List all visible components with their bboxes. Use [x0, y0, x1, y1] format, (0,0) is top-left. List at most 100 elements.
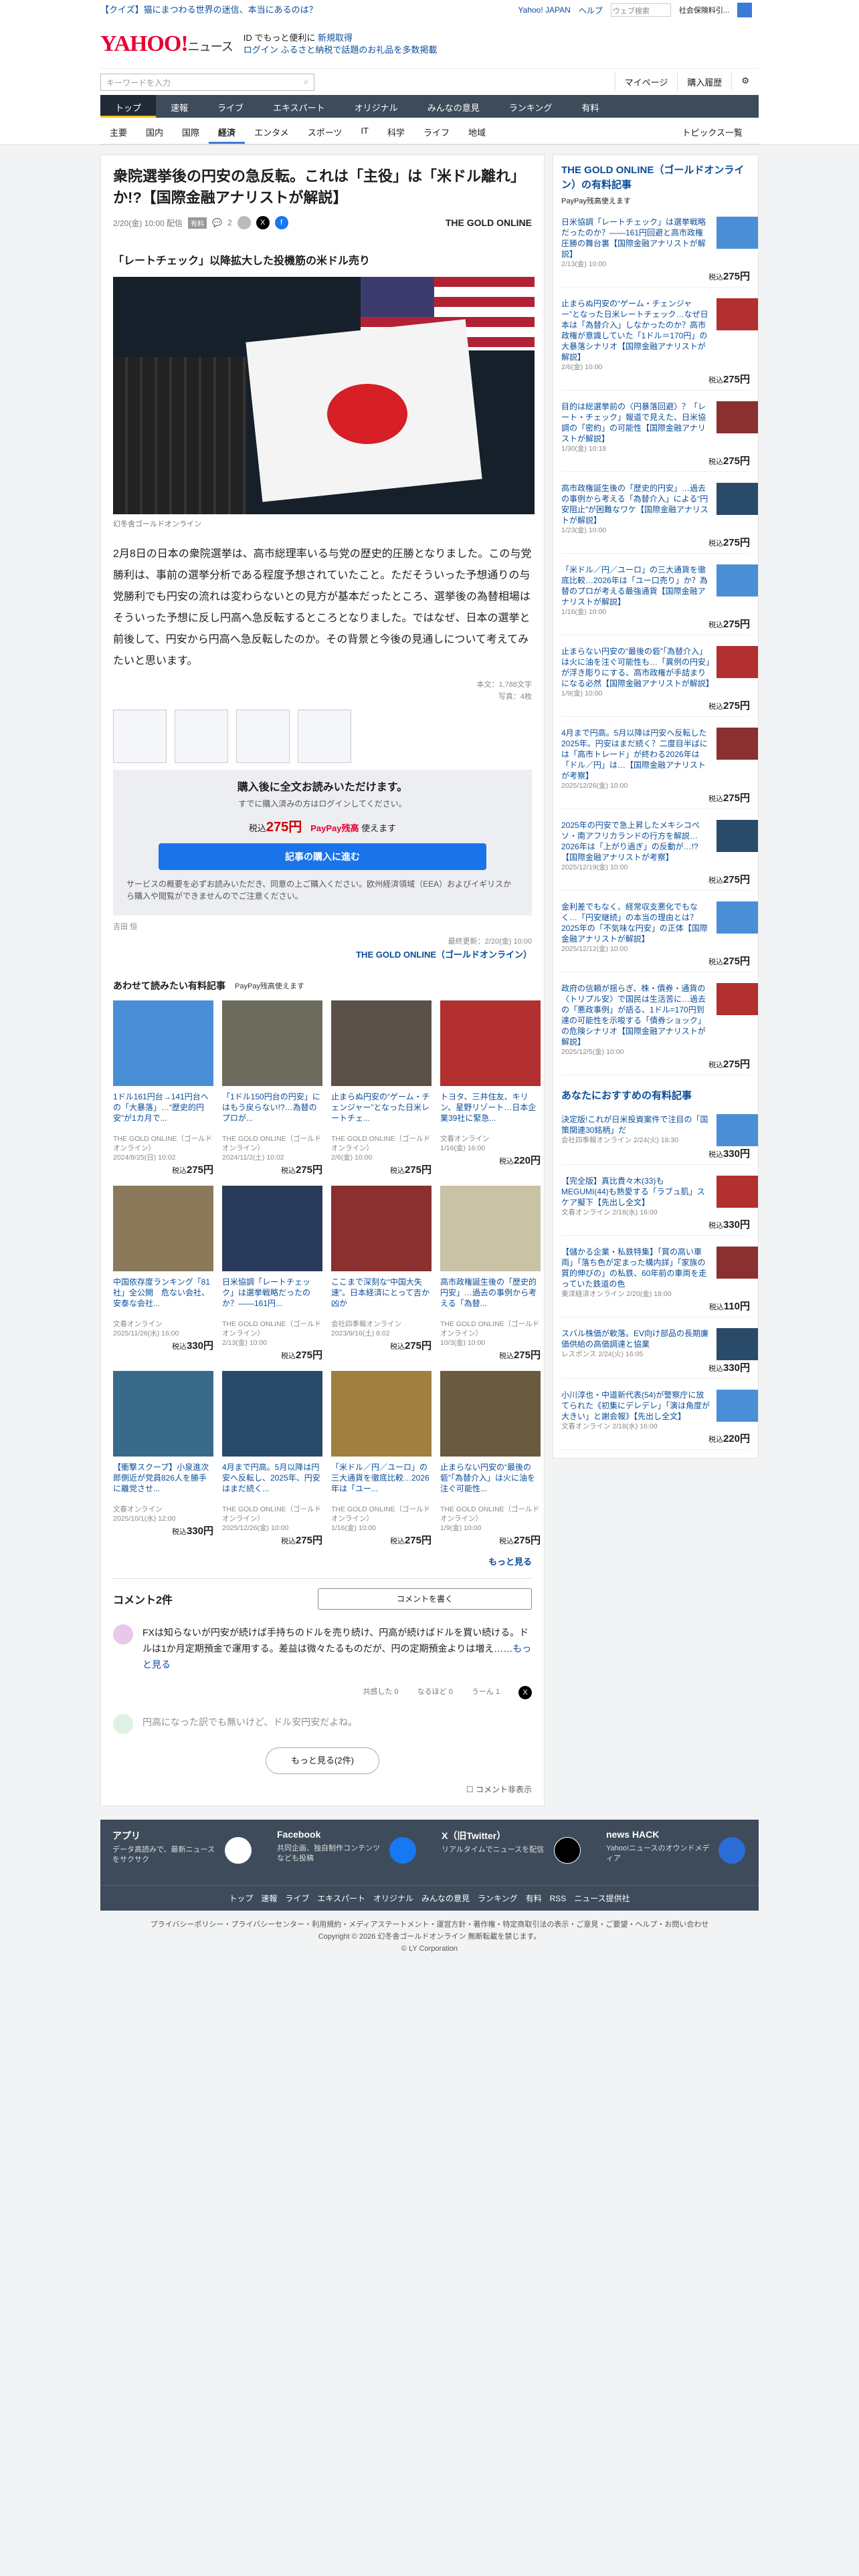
sidebar-article-title[interactable]: 政府の信頼が揺らぎ、株・債券・通貨の〈トリプル安〉で国民は生活苦に…過去の「悪政… [561, 983, 710, 1047]
sidebar-article-title[interactable]: 止まらない円安の“最後の砦”「為替介入」は火に油を注ぐ可能性も…「異例の円安」が… [561, 646, 714, 689]
recommend-card[interactable]: 日米協調「レートチェック」は選挙戦略だったのか？——161円... THE GOL… [222, 1186, 322, 1362]
recommend-title[interactable]: 中国依存度ランキング「81社」全公開 危ない会社、安泰な会社... [113, 1277, 213, 1319]
recommend-card[interactable]: ここまで深刻な“中国大失速”。日本経済にとって吉か凶か 会社四季報オンライン 202… [331, 1186, 432, 1362]
recommend-card[interactable]: 「1ドル150円台の円安」にはもう戻らない!?…為替のプロが... THE GOL… [222, 1000, 322, 1176]
help-link[interactable]: ヘルプ [579, 5, 603, 16]
sidebar-thumbnail[interactable] [717, 564, 758, 597]
recommend-card[interactable]: 【衝撃スクープ】小泉進次郎側近が党員826人を勝手に離党させ... 文春オンライン… [113, 1371, 213, 1547]
search-icon[interactable] [737, 3, 752, 17]
reaction-icon[interactable] [237, 216, 251, 229]
sidebar-article[interactable]: 止まらない円安の“最後の砦”「為替介入」は火に油を注ぐ可能性も…「異例の円安」が… [561, 646, 758, 717]
recommend-title[interactable]: 止まらない円安の“最後の砦”「為替介入」は火に油を注ぐ可能性... [440, 1462, 541, 1505]
recommend-title[interactable]: トヨタ、三井住友、キリン、星野リゾート…日本企業39社に緊急... [440, 1091, 541, 1134]
chart-thumbnail[interactable] [236, 710, 290, 763]
sidebar-article-title[interactable]: 止まらぬ円安の“ゲーム・チェンジャー”となった日米レートチェック…なぜ日本は「為… [561, 298, 710, 362]
more-comments-button[interactable]: もっと見る(2件) [266, 1747, 379, 1774]
footer-app[interactable]: アプリ データ高読みで、最新ニュースをサクサク [100, 1829, 265, 1876]
search-icon[interactable]: ⌕ [304, 77, 308, 88]
snav-it[interactable]: IT [351, 118, 378, 144]
sidebar-article[interactable]: 【儲かる企業・私鉄特集】「質の高い車両」「落ち色が定まった構内詳」「家族の質的伸… [561, 1247, 758, 1317]
recommend-title[interactable]: 止まらぬ円安の“ゲーム・チェンジャー”となった日米レートチェ... [331, 1091, 432, 1134]
comment-count[interactable]: 2 [227, 218, 232, 227]
gnav-ranking[interactable]: ランキング [494, 95, 567, 118]
sidebar-article[interactable]: 2025年の円安で急上昇したメキシコペソ・南アフリカランドの行方を解説…2026… [561, 820, 758, 891]
snav-world[interactable]: 国際 [173, 118, 209, 144]
hmm-button[interactable]: うーん 1 [472, 1686, 500, 1699]
recommend-thumbnail[interactable] [113, 1186, 213, 1271]
footer-links[interactable]: トップ 速報 ライブ エキスパート オリジナル みんなの意見 ランキング 有料 … [100, 1885, 759, 1911]
policy-links[interactable]: プライバシーポリシー・プライバシーセンター・利用規約・メディアステートメント・運… [0, 1919, 859, 1931]
nod-button[interactable]: なるほど 0 [417, 1686, 453, 1699]
recommend-thumbnail[interactable] [331, 1371, 432, 1457]
keyword-search-input[interactable]: キーワードを入力 ⌕ [100, 73, 314, 91]
sidebar-thumbnail[interactable] [717, 983, 758, 1015]
gnav-live[interactable]: ライブ [203, 95, 258, 118]
sidebar-thumbnail[interactable] [717, 1247, 758, 1279]
recommend-card[interactable]: 中国依存度ランキング「81社」全公開 危ない会社、安泰な会社... 文春オンライン… [113, 1186, 213, 1362]
topics-list-link[interactable]: トピックス一覧 [672, 118, 752, 146]
recommend-title[interactable]: 4月まで円高。5月以降は円安へ反転し、2025年、円安はまだ続く... [222, 1462, 322, 1505]
recommend-card[interactable]: 止まらない円安の“最後の砦”「為替介入」は火に油を注ぐ可能性... THE GOL… [440, 1371, 541, 1547]
hide-comments-toggle[interactable]: ☐ コメント非表示 [113, 1784, 532, 1795]
buy-article-button[interactable]: 記事の購入に進む [159, 843, 486, 870]
sidebar-article-title[interactable]: 目的は総選挙前の〈円暴落回避〉？「レート・チェック」報道で見えた、日米協調の「密… [561, 401, 710, 444]
footer-newshack[interactable]: news HACK Yahoo!ニュースのオウンドメディア [594, 1829, 759, 1876]
sidebar-article[interactable]: 目的は総選挙前の〈円暴落回避〉？「レート・チェック」報道で見えた、日米協調の「密… [561, 401, 758, 472]
mini-search-input[interactable]: ウェブ検索 [610, 3, 671, 17]
recommend-thumbnail[interactable] [113, 1371, 213, 1457]
sidebar-thumbnail[interactable] [717, 1114, 758, 1146]
recommend-thumbnail[interactable] [222, 1186, 322, 1271]
login-link[interactable]: ログイン [244, 45, 278, 55]
sidebar-article[interactable]: 金利差でもなく、経常収支悪化でもなく…「円安継続」の本当の理由とは？2025年の… [561, 901, 758, 972]
recommend-thumbnail[interactable] [222, 1371, 322, 1457]
recommend-title[interactable]: 高市政権誕生後の「歴史的円安」…過去の事例から考える「為替... [440, 1277, 541, 1319]
sidebar-thumbnail[interactable] [717, 646, 758, 678]
publisher-link[interactable]: THE GOLD ONLINE（ゴールドオンライン） [113, 948, 532, 960]
mypage-link[interactable]: マイページ [614, 73, 678, 91]
yahoo-logo[interactable]: YAHOO!ニュース [100, 31, 233, 57]
comment-icon[interactable]: 💬 [212, 218, 222, 227]
sidebar-thumbnail[interactable] [717, 1176, 758, 1208]
recommend-thumbnail[interactable] [440, 1000, 541, 1086]
recommend-thumbnail[interactable] [331, 1186, 432, 1271]
sidebar-thumbnail[interactable] [717, 217, 758, 249]
chart-thumbnail[interactable] [113, 710, 167, 763]
recommend-card[interactable]: 4月まで円高。5月以降は円安へ反転し、2025年、円安はまだ続く... THE G… [222, 1371, 322, 1547]
recommend-title[interactable]: 日米協調「レートチェック」は選挙戦略だったのか？——161円... [222, 1277, 322, 1319]
x-share-icon[interactable]: X [256, 216, 270, 229]
recommend-thumbnail[interactable] [440, 1186, 541, 1271]
yahoo-japan-link[interactable]: Yahoo! JAPAN [518, 5, 571, 15]
gear-icon[interactable]: ⚙ [731, 73, 759, 91]
recommend-thumbnail[interactable] [440, 1371, 541, 1457]
sidebar-thumbnail[interactable] [717, 483, 758, 515]
snav-sports[interactable]: スポーツ [298, 118, 352, 144]
sidebar-thumbnail[interactable] [717, 820, 758, 852]
snav-life[interactable]: ライフ [414, 118, 459, 144]
chart-thumbnail[interactable] [298, 710, 351, 763]
sidebar-article-title[interactable]: 【完全版】真比貴々木(33)もMEGUMI(44)も熟愛する「ラブュ肌」スケア擬… [561, 1176, 710, 1208]
sidebar-thumbnail[interactable] [717, 1328, 758, 1360]
agree-button[interactable]: 共感した 0 [363, 1686, 398, 1699]
recommend-thumbnail[interactable] [113, 1000, 213, 1086]
gnav-flash[interactable]: 速報 [156, 95, 203, 118]
gnav-paid[interactable]: 有料 [567, 95, 613, 118]
recommend-title[interactable]: 1ドル161円台→141円台への「大暴落」…“歴史的円安”が1カ月で... [113, 1091, 213, 1134]
gnav-expert[interactable]: エキスパート [258, 95, 340, 118]
sidebar-article[interactable]: 4月まで円高。5月以降は円安へ反転した2025年。円安はまだ続く？二度目半ばには… [561, 728, 758, 809]
sidebar-article[interactable]: 決定版!これが日米投資案件で注目の「国策関連30銘柄」だ 会社四季報オンライン 2… [561, 1114, 758, 1165]
sidebar-thumbnail[interactable] [717, 1390, 758, 1422]
recommend-title[interactable]: 「1ドル150円台の円安」にはもう戻らない!?…為替のプロが... [222, 1091, 322, 1134]
snav-entertainment[interactable]: エンタメ [245, 118, 298, 144]
publisher-logo[interactable]: THE GOLD ONLINE [446, 217, 532, 228]
sidebar-thumbnail[interactable] [717, 901, 758, 934]
mini-search-suggest[interactable]: 社会保険料引... [679, 5, 729, 15]
sidebar-article[interactable]: 小川淳也・中道新代表(54)が警察庁に放てられた《初集にデレデレ」「演は角度が大… [561, 1390, 758, 1450]
sidebar-article[interactable]: 止まらぬ円安の“ゲーム・チェンジャー”となった日米レートチェック…なぜ日本は「為… [561, 298, 758, 391]
sidebar-article-title[interactable]: 【儲かる企業・私鉄特集】「質の高い車両」「落ち色が定まった構内詳」「家族の質的伸… [561, 1247, 710, 1289]
write-comment-button[interactable]: コメントを書く [318, 1588, 532, 1610]
snav-domestic[interactable]: 国内 [136, 118, 173, 144]
sidebar-thumbnail[interactable] [717, 728, 758, 760]
sidebar-article-title[interactable]: 決定版!これが日米投資案件で注目の「国策関連30銘柄」だ [561, 1114, 710, 1136]
x-share-icon[interactable]: X [518, 1686, 532, 1699]
sidebar-article-title[interactable]: 「米ドル／円／ユーロ」の三大通貨を徹底比較…2026年は「ユー口売り」か？為替の… [561, 564, 710, 607]
